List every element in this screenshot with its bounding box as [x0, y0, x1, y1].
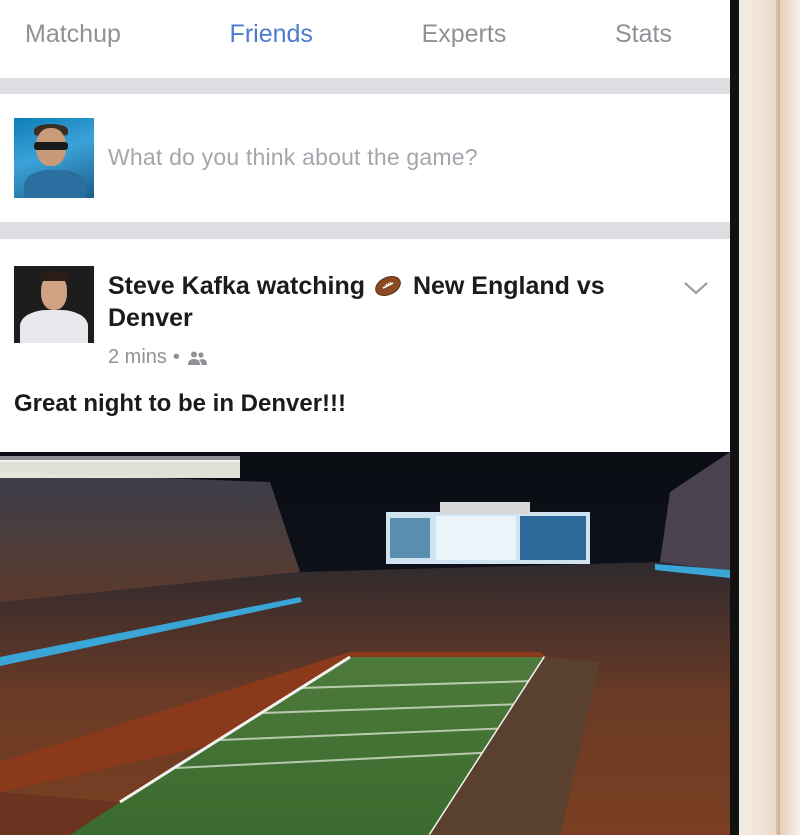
post-meta: 2 mins •: [108, 346, 208, 369]
tab-matchup[interactable]: Matchup: [25, 20, 121, 49]
post-activity: watching: [256, 272, 366, 300]
friends-icon: [187, 351, 207, 365]
post-header: Steve Kafka watching New England vs Denv…: [108, 270, 648, 334]
tab-experts[interactable]: Experts: [422, 20, 507, 49]
phone-frame: [739, 0, 800, 835]
avatar[interactable]: [14, 118, 94, 198]
post-author-avatar[interactable]: [14, 266, 94, 343]
tab-bar: Matchup Friends Experts Stats: [0, 0, 730, 78]
post-timestamp[interactable]: 2 mins: [108, 346, 167, 369]
stadium-photo[interactable]: [0, 452, 730, 835]
phone-bezel: [730, 0, 739, 835]
tab-stats[interactable]: Stats: [615, 20, 672, 49]
phone-frame-edge: [776, 0, 780, 835]
section-divider: [0, 78, 730, 94]
phone-screen: Matchup Friends Experts Stats What do yo…: [0, 0, 730, 835]
post-author[interactable]: Steve Kafka: [108, 272, 250, 300]
football-icon: [375, 276, 401, 296]
tab-friends[interactable]: Friends: [230, 20, 313, 49]
chevron-down-icon[interactable]: [683, 280, 709, 296]
meta-separator: •: [172, 346, 180, 368]
section-divider: [0, 222, 730, 239]
post-text: Great night to be in Denver!!!: [14, 390, 347, 417]
composer-input[interactable]: What do you think about the game?: [108, 144, 478, 171]
